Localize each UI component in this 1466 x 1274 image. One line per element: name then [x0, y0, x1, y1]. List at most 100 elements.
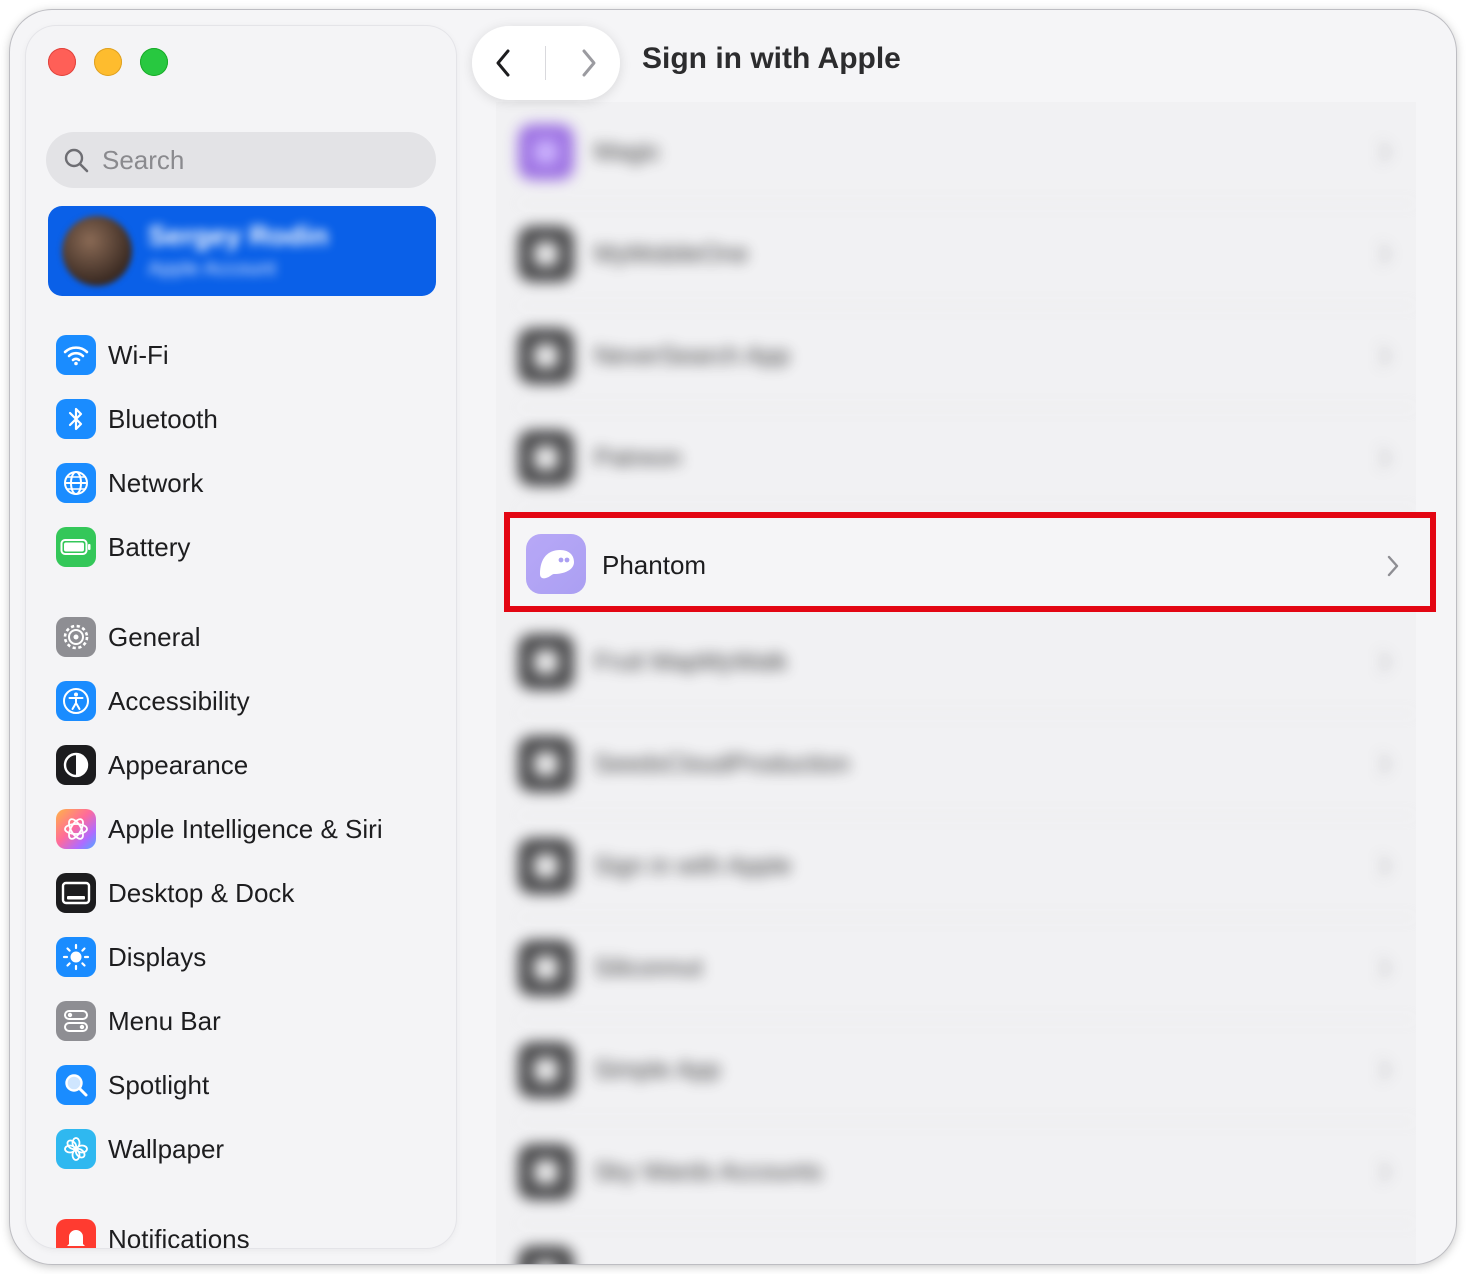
account-name: Sergey Rodin — [148, 220, 329, 251]
siri-icon — [56, 809, 96, 849]
sidebar-item-label: Notifications — [108, 1223, 250, 1249]
sidebar-item-label: Battery — [108, 531, 191, 562]
list-item[interactable]: Siliconnut — [496, 918, 1416, 1020]
sidebar-item-spotlight[interactable]: Spotlight — [56, 1062, 209, 1108]
apple-account-item[interactable]: Sergey Rodin Apple Account — [48, 206, 436, 296]
sidebar-item-accessibility[interactable]: Accessibility — [56, 678, 250, 724]
chevron-right-icon — [1379, 753, 1391, 775]
chevron-right-icon — [1379, 957, 1391, 979]
chevron-right-icon — [1379, 855, 1391, 877]
list-item[interactable]: Fruit MapMyWalk — [496, 612, 1416, 714]
chevron-right-icon — [1379, 243, 1391, 265]
forward-button[interactable] — [569, 43, 609, 83]
app-name: MyMobileOne — [594, 240, 749, 268]
app-icon — [518, 1246, 574, 1264]
chevron-right-icon — [1379, 447, 1391, 469]
search-field[interactable] — [46, 132, 436, 188]
chevron-right-icon — [1387, 555, 1399, 577]
sidebar-item-label: Displays — [108, 941, 207, 972]
list-item[interactable]: Sky Wards Accounts — [496, 1122, 1416, 1224]
sidebar: Sergey Rodin Apple Account Wi-Fi Bluetoo… — [26, 26, 456, 1248]
sidebar-item-general[interactable]: General — [56, 614, 201, 660]
gear-icon — [56, 617, 96, 657]
sidebar-item-wallpaper[interactable]: Wallpaper — [56, 1126, 224, 1172]
sidebar-item-battery[interactable]: Battery — [56, 524, 190, 570]
sidebar-item-label: Spotlight — [108, 1069, 210, 1100]
chevron-right-icon — [582, 49, 596, 77]
flower-icon — [56, 1129, 96, 1169]
spotlight-icon — [56, 1065, 96, 1105]
app-name: Sign in with Apple — [594, 852, 792, 880]
bluetooth-icon — [56, 399, 96, 439]
dock-icon — [56, 873, 96, 913]
sidebar-item-label: Apple Intelligence & Siri — [108, 813, 383, 844]
phantom-row[interactable]: Phantom — [504, 512, 1436, 612]
app-icon — [518, 736, 574, 792]
app-name: Siliconnut — [594, 954, 703, 982]
page-title: Sign in with Apple — [642, 42, 901, 75]
app-icon — [518, 430, 574, 486]
app-icon — [518, 328, 574, 384]
back-forward-control — [472, 26, 620, 100]
app-icon — [518, 1042, 574, 1098]
app-icon — [518, 838, 574, 894]
appearance-icon — [56, 745, 96, 785]
chevron-left-icon — [496, 49, 510, 77]
account-subtitle: Apple Account — [148, 258, 276, 280]
sidebar-item-notifications[interactable]: Notifications — [56, 1216, 250, 1248]
menubar-icon — [56, 1001, 96, 1041]
sidebar-item-wifi[interactable]: Wi-Fi — [56, 332, 169, 378]
accessibility-icon — [56, 681, 96, 721]
chevron-right-icon — [1379, 1161, 1391, 1183]
chevron-right-icon — [1379, 651, 1391, 673]
list-item[interactable] — [496, 1224, 1416, 1264]
sidebar-item-label: Wi-Fi — [108, 339, 169, 370]
settings-window: Sergey Rodin Apple Account Wi-Fi Bluetoo… — [10, 10, 1456, 1264]
sidebar-item-desktop-dock[interactable]: Desktop & Dock — [56, 870, 294, 916]
sidebar-item-label: Accessibility — [108, 685, 250, 716]
app-name: NeverSearch App — [594, 342, 790, 370]
list-item[interactable]: Simple App — [496, 1020, 1416, 1122]
chevron-right-icon — [1379, 141, 1391, 163]
sidebar-item-label: General — [108, 621, 201, 652]
app-icon — [518, 124, 574, 180]
list-item[interactable]: Sign in with Apple — [496, 816, 1416, 918]
avatar — [62, 216, 132, 286]
sidebar-item-label: Appearance — [108, 749, 249, 780]
sidebar-item-apple-intelligence-siri[interactable]: Apple Intelligence & Siri — [56, 806, 383, 852]
main-pane: Magic MyMobileOne NeverSearch App Patreo… — [472, 10, 1456, 1264]
app-name: Simple App — [594, 1056, 721, 1084]
bell-icon — [56, 1219, 96, 1248]
sidebar-item-appearance[interactable]: Appearance — [56, 742, 248, 788]
minimize-window-button[interactable] — [94, 48, 122, 76]
sidebar-item-network[interactable]: Network — [56, 460, 203, 506]
zoom-window-button[interactable] — [140, 48, 168, 76]
back-button[interactable] — [483, 43, 523, 83]
search-icon — [64, 148, 89, 173]
search-input[interactable] — [100, 143, 424, 177]
sidebar-item-label: Menu Bar — [108, 1005, 221, 1036]
chevron-right-icon — [1379, 345, 1391, 367]
app-name: Phantom — [602, 550, 707, 580]
list-item[interactable]: SeedsCloudProduction — [496, 714, 1416, 816]
sidebar-item-label: Wallpaper — [108, 1133, 225, 1164]
sidebar-item-menu-bar[interactable]: Menu Bar — [56, 998, 221, 1044]
list-item[interactable]: Patreon — [496, 408, 1416, 510]
phantom-icon — [526, 534, 586, 594]
globe-icon — [56, 463, 96, 503]
sidebar-item-label: Bluetooth — [108, 403, 218, 434]
chevron-right-icon — [1379, 1059, 1391, 1081]
app-name: Magic — [594, 138, 661, 166]
list-item[interactable]: MyMobileOne — [496, 204, 1416, 306]
list-item[interactable]: Magic — [496, 102, 1416, 204]
app-icon — [518, 940, 574, 996]
close-window-button[interactable] — [48, 48, 76, 76]
battery-icon — [56, 527, 96, 567]
list-item[interactable]: NeverSearch App — [496, 306, 1416, 408]
wifi-icon — [56, 335, 96, 375]
sidebar-item-label: Desktop & Dock — [108, 877, 295, 908]
sidebar-item-displays[interactable]: Displays — [56, 934, 206, 980]
app-icon — [518, 1144, 574, 1200]
apps-list: Magic MyMobileOne NeverSearch App Patreo… — [496, 102, 1416, 1264]
sidebar-item-bluetooth[interactable]: Bluetooth — [56, 396, 218, 442]
